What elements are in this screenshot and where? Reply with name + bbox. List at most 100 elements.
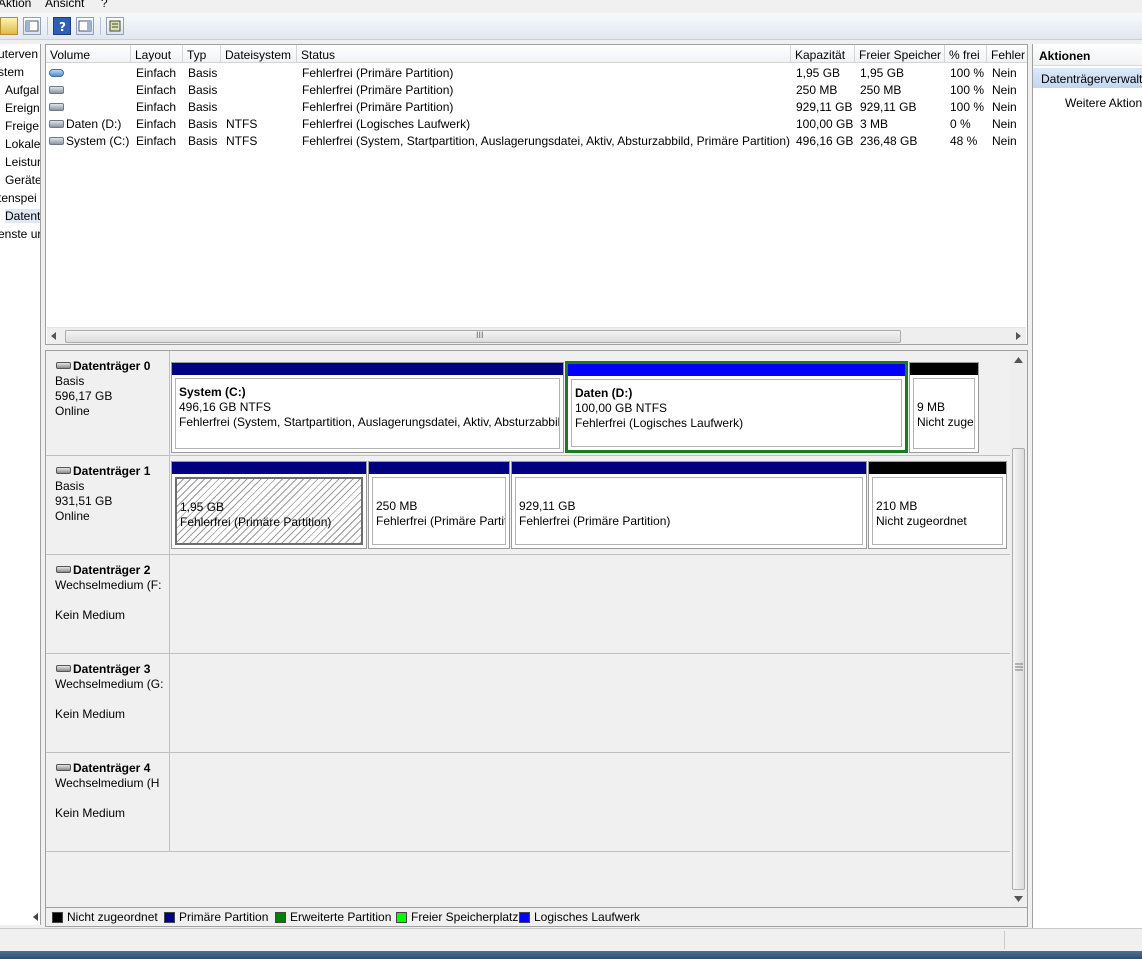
- up-folder-icon[interactable]: [0, 17, 18, 35]
- column-header[interactable]: % frei: [945, 45, 987, 63]
- scroll-grip: III: [476, 330, 484, 340]
- cell-layout: Einfach: [136, 117, 177, 131]
- cell-layout: Einfach: [136, 66, 177, 80]
- disk-area-2: [170, 555, 1010, 654]
- cell-fs: [226, 81, 297, 98]
- partition-0-0[interactable]: System (C:) 496,16 GB NTFS Fehlerfrei (Sys…: [171, 362, 564, 453]
- cell-volume: [66, 81, 131, 98]
- volume-list: Volume Layout Typ Dateisystem Status Kapazitä…: [45, 44, 1028, 345]
- disk-name-text: Datenträger 3: [73, 662, 151, 676]
- tree-item[interactable]: Geräte: [5, 173, 40, 187]
- tree-item[interactable]: tenspei: [0, 191, 37, 205]
- disk-label-0[interactable]: Datenträger 0 Basis 596,17 GB Online: [46, 351, 170, 456]
- disk-area-3: [170, 654, 1010, 753]
- table-row[interactable]: Einfach Basis Fehlerfrei (Primäre Partitio…: [46, 64, 1026, 81]
- disk-state: Kein Medium: [55, 806, 126, 820]
- tree-item[interactable]: uterven: [0, 47, 38, 61]
- table-row[interactable]: System (C:) Einfach Basis NTFS Fehlerfrei (S…: [46, 132, 1026, 149]
- disk-name-text: Datenträger 2: [73, 563, 151, 577]
- column-header[interactable]: Layout: [131, 45, 183, 63]
- disk-name: Datenträger 2: [55, 563, 169, 578]
- tree-item[interactable]: stem: [0, 65, 24, 79]
- table-row[interactable]: Daten (D:) Einfach Basis NTFS Fehlerfrei (Lo…: [46, 115, 1026, 132]
- cell-fs: [226, 64, 297, 81]
- partition-body: System (C:) 496,16 GB NTFS Fehlerfrei (Sys…: [175, 378, 560, 449]
- column-header[interactable]: Volume: [46, 45, 131, 63]
- tree-item[interactable]: Lokale: [5, 137, 40, 151]
- horizontal-scrollbar[interactable]: III: [47, 327, 1026, 344]
- partition-status: Fehlerfrei (Primäre Partition): [519, 514, 671, 528]
- disk-size: 596,17 GB: [55, 389, 113, 403]
- toolbar: ?: [0, 13, 1142, 40]
- help-icon[interactable]: ?: [53, 17, 71, 35]
- scroll-right-icon[interactable]: [1014, 332, 1022, 340]
- partition-1-3[interactable]: 210 MB Nicht zugeordnet: [868, 461, 1007, 549]
- tree-item[interactable]: enste ur: [0, 227, 40, 241]
- table-row[interactable]: Einfach Basis Fehlerfrei (Primäre Partitio…: [46, 81, 1026, 98]
- properties-icon[interactable]: [106, 17, 124, 35]
- scroll-up-icon[interactable]: [1014, 357, 1023, 363]
- legend-swatch: [52, 912, 63, 923]
- show-action-pane-icon[interactable]: [76, 17, 94, 35]
- tree-item[interactable]: Leistur: [5, 155, 40, 169]
- cell-fs: [226, 98, 297, 115]
- partition-1-1[interactable]: 250 MB Fehlerfrei (Primäre Partit: [368, 461, 510, 549]
- cell-free: 1,95 GB: [860, 66, 905, 80]
- tree-item[interactable]: Datent: [5, 209, 40, 223]
- column-header[interactable]: Typ: [183, 45, 221, 63]
- disk-name: Datenträger 1: [55, 464, 169, 479]
- status-bar: [0, 928, 1142, 951]
- vertical-scroll-thumb[interactable]: [1012, 448, 1025, 890]
- menu-ansicht[interactable]: Ansicht: [45, 0, 84, 10]
- partition-1-0[interactable]: 1,95 GB Fehlerfrei (Primäre Partition): [171, 461, 367, 549]
- tree-item[interactable]: Ereign: [5, 101, 40, 115]
- partition-0-2[interactable]: 9 MB Nicht zuge: [909, 362, 979, 453]
- menu-help[interactable]: ?: [101, 0, 108, 10]
- partition-body: 250 MB Fehlerfrei (Primäre Partit: [372, 477, 506, 545]
- show-hide-tree-icon[interactable]: [23, 17, 41, 35]
- actions-pane: Aktionen Datenträgerverwaltung Weitere A…: [1032, 44, 1142, 928]
- disk-type: Basis: [55, 479, 85, 493]
- cell-free: 236,48 GB: [860, 134, 918, 148]
- disk-label-4[interactable]: Datenträger 4 Wechselmedium (H Kein Medium: [46, 753, 170, 852]
- partition-1-2[interactable]: 929,11 GB Fehlerfrei (Primäre Partition): [511, 461, 867, 549]
- disk-label-2[interactable]: Datenträger 2 Wechselmedium (F: Kein Mediu…: [46, 555, 170, 654]
- disk-state: Online: [55, 509, 90, 523]
- partition-status: Fehlerfrei (Primäre Partition): [180, 515, 332, 529]
- disk-name-text: Datenträger 0: [73, 359, 151, 373]
- table-row[interactable]: Einfach Basis Fehlerfrei (Primäre Partitio…: [46, 98, 1026, 115]
- cell-typ: Basis: [188, 66, 218, 80]
- partition-bar: [512, 462, 866, 474]
- tree-item[interactable]: Freige: [5, 119, 39, 133]
- column-header[interactable]: Freier Speicher: [855, 45, 945, 63]
- scroll-left-icon[interactable]: [50, 332, 58, 340]
- scroll-down-icon[interactable]: [1014, 896, 1023, 902]
- disk-name: Datenträger 4: [55, 761, 169, 776]
- legend-label: Logisches Laufwerk: [534, 910, 641, 924]
- partition-spacer: [180, 485, 361, 500]
- disk-state: Kein Medium: [55, 707, 126, 721]
- column-header[interactable]: Dateisystem: [221, 45, 297, 63]
- legend-scroll-left-icon[interactable]: [32, 913, 40, 921]
- column-header[interactable]: Fehler: [987, 45, 1027, 63]
- partition-0-1[interactable]: Daten (D:) 100,00 GB NTFS Fehlerfrei (Logi…: [565, 361, 908, 453]
- partition-title: Daten (D:): [575, 386, 633, 400]
- vertical-scrollbar[interactable]: [1010, 351, 1027, 907]
- menu-aktion[interactable]: Aktion: [0, 0, 31, 10]
- disk-label-3[interactable]: Datenträger 3 Wechselmedium (G: Kein Mediu…: [46, 654, 170, 753]
- more-actions-link[interactable]: Weitere Aktionen: [1065, 96, 1142, 110]
- disk-type: Wechselmedium (G:: [55, 677, 164, 691]
- menu-bar: Aktion Ansicht ?: [0, 0, 1142, 13]
- console-tree: uterven stem Aufgal Ereign Freige Lokale Leist…: [0, 44, 41, 925]
- disk-type: Basis: [55, 374, 85, 388]
- horizontal-scroll-thumb[interactable]: III: [65, 330, 901, 343]
- tree-item[interactable]: Aufgal: [5, 83, 39, 97]
- disk-label-1[interactable]: Datenträger 1 Basis 931,51 GB Online: [46, 456, 170, 555]
- cell-status: Fehlerfrei (Primäre Partition): [302, 83, 454, 97]
- cell-cap: 100,00 GB: [796, 117, 854, 131]
- legend-swatch: [275, 912, 286, 923]
- partition-bar: [869, 462, 1006, 474]
- column-header[interactable]: Kapazität: [791, 45, 855, 63]
- actions-section-disk-management[interactable]: Datenträgerverwaltung: [1033, 68, 1142, 88]
- column-header[interactable]: Status: [297, 45, 791, 63]
